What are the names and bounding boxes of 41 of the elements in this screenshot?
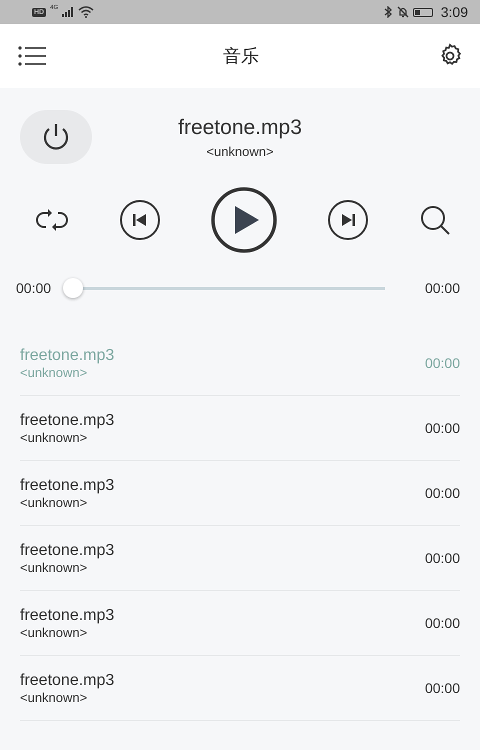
- wifi-icon: [78, 6, 94, 18]
- track-title: freetone.mp3: [20, 412, 116, 430]
- track-duration: 00:00: [424, 550, 460, 566]
- track-artist: <unknown>: [20, 690, 88, 704]
- track-duration: 00:00: [424, 485, 460, 501]
- track-title: freetone.mp3: [20, 542, 116, 560]
- slider-thumb[interactable]: [63, 278, 84, 298]
- track-artist: <unknown>: [206, 144, 274, 158]
- play-button[interactable]: [210, 186, 278, 254]
- repeat-button[interactable]: [34, 207, 70, 233]
- elapsed-time: 00:00: [16, 280, 52, 296]
- track-duration: 00:00: [424, 420, 460, 436]
- battery-icon: [412, 8, 433, 16]
- previous-button[interactable]: [119, 199, 161, 241]
- signal-icon: [62, 7, 74, 17]
- track-duration: 00:00: [424, 615, 460, 631]
- track-title: freetone.mp3: [178, 116, 302, 140]
- track-title: freetone.mp3: [20, 606, 116, 624]
- track-row[interactable]: freetone.mp3 <unknown> 00:00: [20, 591, 460, 656]
- track-artist: <unknown>: [20, 430, 88, 444]
- track-row[interactable]: freetone.mp3 <unknown> 00:00: [20, 526, 460, 591]
- menu-icon[interactable]: [18, 46, 46, 66]
- track-row[interactable]: freetone.mp3 <unknown> 00:00: [20, 656, 460, 721]
- track-row[interactable]: freetone.mp3 <unknown> 00:00: [20, 461, 460, 526]
- track-duration: 00:00: [424, 355, 460, 371]
- page-title: 音乐: [223, 45, 259, 68]
- track-title: freetone.mp3: [20, 672, 116, 690]
- track-artist: <unknown>: [20, 364, 88, 380]
- search-button[interactable]: [418, 203, 452, 237]
- clock-time: 3:09: [440, 4, 468, 20]
- track-artist: <unknown>: [20, 624, 88, 640]
- track-duration: 00:00: [424, 680, 460, 696]
- bluetooth-icon: [384, 6, 393, 18]
- track-artist: <unknown>: [20, 560, 88, 574]
- track-title: freetone.mp3: [20, 346, 116, 364]
- total-time: 00:00: [424, 280, 460, 296]
- next-button[interactable]: [327, 199, 369, 241]
- muted-bell-icon: [396, 6, 409, 18]
- track-title: freetone.mp3: [20, 476, 116, 494]
- track-row[interactable]: freetone.mp3 <unknown> 00:00: [20, 396, 460, 461]
- track-artist: <unknown>: [20, 494, 88, 510]
